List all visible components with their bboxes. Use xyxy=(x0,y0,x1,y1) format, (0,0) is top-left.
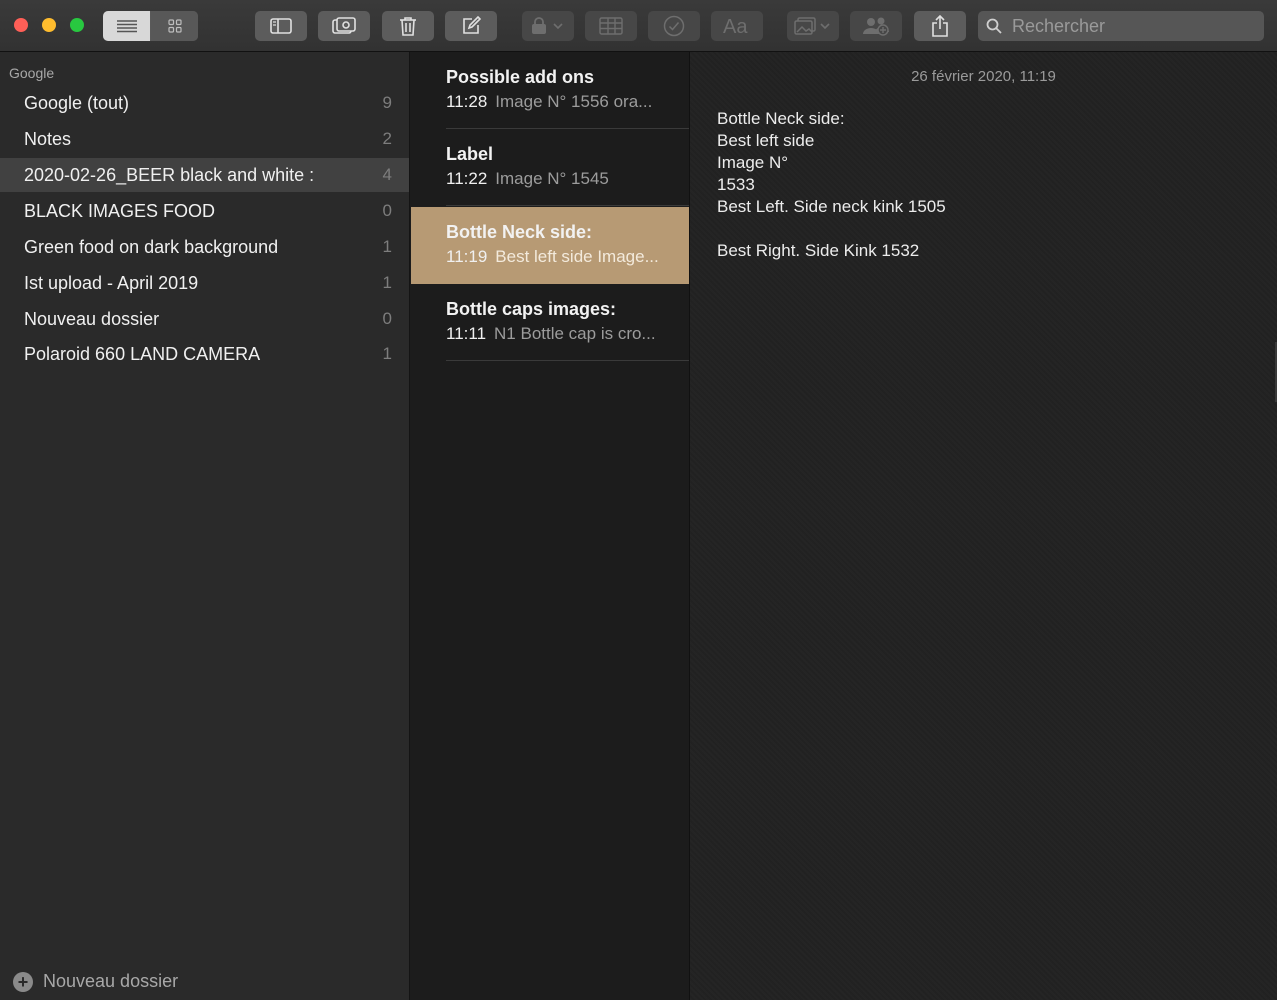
folder-item[interactable]: Notes 2 xyxy=(0,122,409,156)
notes-window: Aa Google Google (tout) 9 Notes 2 2020-0… xyxy=(0,0,1277,1000)
folder-count: 1 xyxy=(382,237,392,256)
note-item-selected[interactable]: Bottle Neck side: 11:19 Best left side Im… xyxy=(411,207,689,284)
checklist-button[interactable] xyxy=(648,11,700,41)
share-button[interactable] xyxy=(914,11,966,41)
attachments-icon xyxy=(332,17,356,34)
divider xyxy=(446,205,689,206)
note-title: Bottle Neck side: xyxy=(446,222,593,242)
note-meta: 11:19 Best left side Image... xyxy=(446,247,674,267)
note-line[interactable]: 1533 xyxy=(717,174,1257,196)
note-line[interactable]: Best Right. Side Kink 1532 xyxy=(717,240,1257,262)
folder-item-selected[interactable]: 2020-02-26_BEER black and white : 4 xyxy=(0,158,409,192)
new-note-button[interactable] xyxy=(445,11,497,41)
folder-label: Google (tout) xyxy=(24,92,130,113)
share-icon xyxy=(932,15,948,37)
folder-item[interactable]: Ist upload - April 2019 1 xyxy=(0,266,409,300)
gallery-view-button[interactable] xyxy=(151,11,198,41)
folder-label: BLACK IMAGES FOOD xyxy=(24,200,216,221)
note-meta: 11:22 Image N° 1545 xyxy=(446,169,674,189)
note-meta: 11:11 N1 Bottle cap is cro... xyxy=(446,324,674,344)
note-line[interactable]: Best left side xyxy=(717,130,1257,152)
folder-count: 1 xyxy=(382,273,392,292)
checklist-icon xyxy=(663,15,685,37)
media-button[interactable] xyxy=(787,11,839,41)
folder-label: Green food on dark background xyxy=(24,236,279,257)
note-title: Bottle caps images: xyxy=(446,299,617,319)
svg-text:Aa: Aa xyxy=(723,16,748,37)
view-mode-control xyxy=(103,11,198,41)
divider xyxy=(446,360,689,361)
folder-count: 1 xyxy=(382,344,392,363)
folder-count: 9 xyxy=(382,93,392,112)
search-field[interactable] xyxy=(978,11,1264,41)
new-folder-label: Nouveau dossier xyxy=(43,971,179,991)
table-button[interactable] xyxy=(585,11,637,41)
note-item[interactable]: Bottle caps images: 11:11 N1 Bottle cap i… xyxy=(411,284,689,361)
folder-label: 2020-02-26_BEER black and white : xyxy=(24,164,315,185)
format-icon: Aa xyxy=(723,16,748,37)
note-time: 11:11 xyxy=(446,324,487,343)
plus-circle-icon: + xyxy=(13,971,33,992)
note-body[interactable]: Bottle Neck side: Best left side Image N… xyxy=(717,108,1257,262)
sidebar-icon xyxy=(270,18,292,34)
folder-item[interactable]: Polaroid 660 LAND CAMERA 1 xyxy=(0,337,409,371)
new-folder-button[interactable]: + Nouveau dossier xyxy=(13,971,178,992)
note-preview: Image N° 1556 ora... xyxy=(495,92,653,111)
minimize-window-button[interactable] xyxy=(42,18,56,32)
note-item[interactable]: Label 11:22 Image N° 1545 xyxy=(411,129,689,206)
close-window-button[interactable] xyxy=(14,18,28,32)
note-line[interactable]: Best Left. Side neck kink 1505 xyxy=(717,196,1257,218)
lock-icon xyxy=(532,17,563,34)
account-header: Google xyxy=(9,65,55,81)
folder-label: Notes xyxy=(24,128,72,149)
note-preview: N1 Bottle cap is cro... xyxy=(494,324,656,343)
notes-list: Possible add ons 11:28 Image N° 1556 ora.… xyxy=(410,52,690,1000)
folders-sidebar: Google Google (tout) 9 Notes 2 2020-02-2… xyxy=(0,52,410,1000)
note-time: 11:22 xyxy=(446,169,488,188)
folder-item[interactable]: Google (tout) 9 xyxy=(0,86,409,120)
note-time: 11:19 xyxy=(446,247,488,266)
lock-button[interactable] xyxy=(522,11,574,41)
list-view-icon xyxy=(116,20,137,33)
compose-icon xyxy=(463,16,481,34)
folder-count: 2 xyxy=(382,129,392,148)
note-time: 11:28 xyxy=(446,92,488,111)
note-preview: Image N° 1545 xyxy=(495,169,609,188)
table-icon xyxy=(599,17,623,35)
note-meta: 11:28 Image N° 1556 ora... xyxy=(446,92,674,112)
list-view-button[interactable] xyxy=(103,11,150,41)
delete-button[interactable] xyxy=(382,11,434,41)
note-title: Label xyxy=(446,144,494,164)
format-button[interactable]: Aa xyxy=(711,11,763,41)
folder-label: Polaroid 660 LAND CAMERA xyxy=(24,343,261,364)
folder-item[interactable]: BLACK IMAGES FOOD 0 xyxy=(0,194,409,228)
search-input[interactable] xyxy=(1010,14,1254,38)
note-preview: Best left side Image... xyxy=(495,247,659,266)
trash-icon xyxy=(400,17,416,36)
note-editor[interactable]: 26 février 2020, 11:19 Bottle Neck side:… xyxy=(690,52,1277,1000)
gallery-view-icon xyxy=(167,19,182,33)
collaborate-button[interactable] xyxy=(850,11,902,41)
folder-label: Nouveau dossier xyxy=(24,308,160,329)
note-line[interactable] xyxy=(717,218,1257,240)
toggle-sidebar-button[interactable] xyxy=(255,11,307,41)
note-title: Possible add ons xyxy=(446,67,595,87)
folder-count: 4 xyxy=(382,165,392,184)
note-line[interactable]: Bottle Neck side: xyxy=(717,108,1257,130)
zoom-window-button[interactable] xyxy=(70,18,84,32)
folder-label: Ist upload - April 2019 xyxy=(24,272,199,293)
media-icon xyxy=(794,17,830,35)
folder-count: 0 xyxy=(382,309,392,328)
attachments-button[interactable] xyxy=(318,11,370,41)
folder-item[interactable]: Green food on dark background 1 xyxy=(0,230,409,264)
note-date: 26 février 2020, 11:19 xyxy=(911,68,1056,85)
toolbar: Aa xyxy=(0,0,1277,52)
search-icon xyxy=(986,18,1002,34)
note-item[interactable]: Possible add ons 11:28 Image N° 1556 ora.… xyxy=(411,52,689,129)
folder-item[interactable]: Nouveau dossier 0 xyxy=(0,302,409,336)
note-line[interactable]: Image N° xyxy=(717,152,1257,174)
folder-count: 0 xyxy=(382,201,392,220)
collaborate-icon xyxy=(863,17,889,36)
